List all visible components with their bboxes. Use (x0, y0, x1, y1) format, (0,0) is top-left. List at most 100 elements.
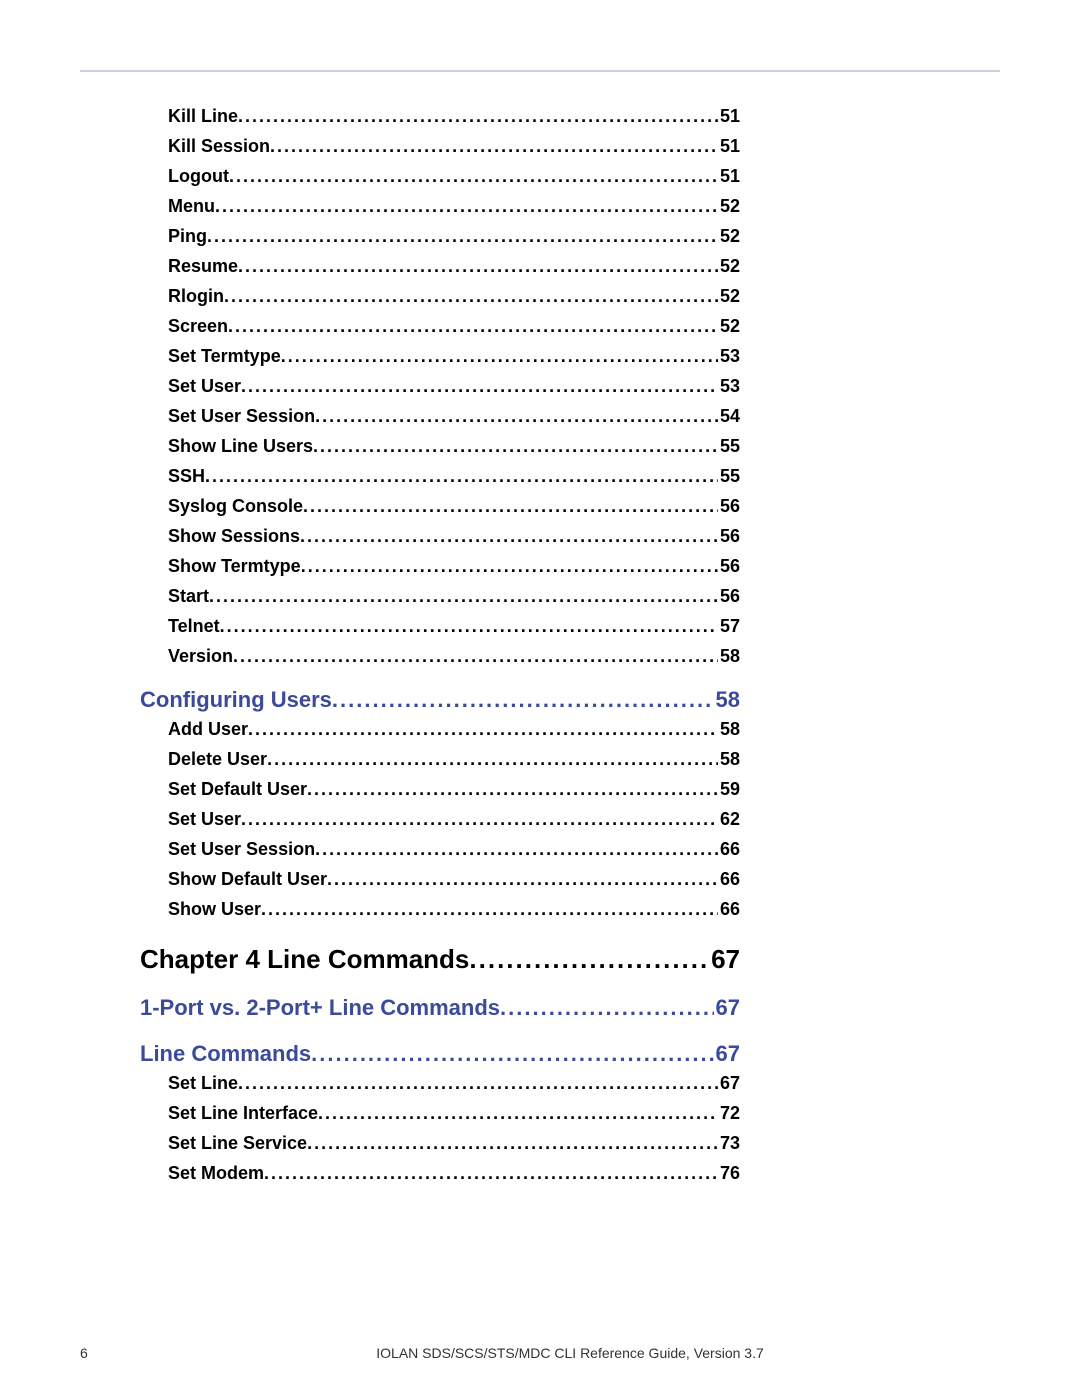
toc-entry-label: Logout (168, 166, 229, 187)
toc-entry-page: 53 (718, 346, 740, 367)
toc-entry-label: Show Termtype (168, 556, 301, 577)
toc-entry-page: 51 (718, 136, 740, 157)
toc-entry-label: Ping (168, 226, 207, 247)
toc-entry[interactable]: Show Sessions56 (168, 526, 740, 547)
toc-entry[interactable]: Rlogin 52 (168, 286, 740, 307)
toc-leader-dots (267, 749, 718, 770)
toc-leader-dots (205, 466, 718, 487)
toc-entry-page: 58 (718, 719, 740, 740)
toc-section[interactable]: 1-Port vs. 2-Port+ Line Commands67 (140, 995, 740, 1021)
header-rule (80, 70, 1000, 72)
toc-entry[interactable]: Version58 (168, 646, 740, 667)
toc-entry[interactable]: Kill Line51 (168, 106, 740, 127)
toc-entry[interactable]: SSH55 (168, 466, 740, 487)
toc-entry[interactable]: Set User62 (168, 809, 740, 830)
toc-entry[interactable]: Resume52 (168, 256, 740, 277)
toc-leader-dots (332, 687, 714, 713)
toc-entry-label: Line Commands (140, 1041, 311, 1067)
toc-entry-label: Set Default User (168, 779, 307, 800)
toc-entry-page: 56 (718, 556, 740, 577)
toc-entry[interactable]: Ping52 (168, 226, 740, 247)
toc-entry[interactable]: Set Default User 59 (168, 779, 740, 800)
toc-entry[interactable]: Syslog Console56 (168, 496, 740, 517)
toc-entry[interactable]: Show Termtype 56 (168, 556, 740, 577)
toc-entry-label: Show User (168, 899, 261, 920)
footer-page-number: 6 (80, 1345, 230, 1361)
toc-entry-label: Add User (168, 719, 248, 740)
toc-entry-label: Set Line (168, 1073, 238, 1094)
toc-entry[interactable]: Add User 58 (168, 719, 740, 740)
toc-entry-page: 51 (718, 106, 740, 127)
toc-leader-dots (315, 406, 718, 427)
toc-entry-page: 57 (718, 616, 740, 637)
toc-leader-dots (207, 226, 718, 247)
toc-leader-dots (303, 496, 718, 517)
toc-entry[interactable]: Kill Session51 (168, 136, 740, 157)
toc-leader-dots (228, 316, 718, 337)
toc-entry-label: Set User Session (168, 839, 315, 860)
toc-leader-dots (238, 106, 718, 127)
toc-entry-page: 76 (718, 1163, 740, 1184)
toc-leader-dots (220, 616, 718, 637)
toc-entry-page: 56 (718, 526, 740, 547)
toc-entry[interactable]: Screen52 (168, 316, 740, 337)
toc-leader-dots (469, 944, 709, 975)
toc-entry[interactable]: Show Default User66 (168, 869, 740, 890)
toc-entry-label: Rlogin (168, 286, 224, 307)
toc-leader-dots (241, 376, 718, 397)
toc-entry[interactable]: Show User 66 (168, 899, 740, 920)
toc-entry-page: 59 (718, 779, 740, 800)
toc-entry-page: 67 (714, 1041, 740, 1067)
toc-leader-dots (261, 899, 718, 920)
toc-leader-dots (307, 779, 718, 800)
toc-entry-label: Set Termtype (168, 346, 281, 367)
toc-leader-dots (281, 346, 718, 367)
toc-entry-page: 72 (718, 1103, 740, 1124)
toc-leader-dots (233, 646, 718, 667)
toc-entry-page: 73 (718, 1133, 740, 1154)
toc-entry[interactable]: Show Line Users55 (168, 436, 740, 457)
toc-entry-label: Set User (168, 376, 241, 397)
toc-entry[interactable]: Telnet 57 (168, 616, 740, 637)
toc-entry[interactable]: Set User53 (168, 376, 740, 397)
toc-leader-dots (238, 1073, 718, 1094)
toc-leader-dots (229, 166, 718, 187)
footer-title: IOLAN SDS/SCS/STS/MDC CLI Reference Guid… (260, 1345, 880, 1361)
toc-entry[interactable]: Set Line Service73 (168, 1133, 740, 1154)
toc-entry-page: 52 (718, 286, 740, 307)
toc-section[interactable]: Line Commands 67 (140, 1041, 740, 1067)
toc-entry[interactable]: Set User Session54 (168, 406, 740, 427)
toc-entry-page: 52 (718, 196, 740, 217)
toc-entry-page: 56 (718, 496, 740, 517)
toc-entry[interactable]: Start56 (168, 586, 740, 607)
toc-entry-label: Show Default User (168, 869, 327, 890)
toc-entry-page: 58 (714, 687, 740, 713)
toc-leader-dots (311, 1041, 713, 1067)
toc-entry-label: Set Line Interface (168, 1103, 318, 1124)
toc-entry-label: Chapter 4 Line Commands (140, 944, 469, 975)
toc-entry[interactable]: Set Line67 (168, 1073, 740, 1094)
toc-entry[interactable]: Set Line Interface 72 (168, 1103, 740, 1124)
toc-entry[interactable]: Menu 52 (168, 196, 740, 217)
toc-leader-dots (301, 556, 718, 577)
toc-leader-dots (224, 286, 718, 307)
toc-entry[interactable]: Logout51 (168, 166, 740, 187)
toc-leader-dots (248, 719, 718, 740)
toc-entry-label: Menu (168, 196, 215, 217)
toc-entry-label: Telnet (168, 616, 220, 637)
toc-leader-dots (313, 436, 718, 457)
toc-leader-dots (327, 869, 718, 890)
toc-entry-label: Start (168, 586, 209, 607)
toc-entry[interactable]: Set User Session66 (168, 839, 740, 860)
toc-section[interactable]: Configuring Users58 (140, 687, 740, 713)
toc-entry[interactable]: Delete User58 (168, 749, 740, 770)
toc-entry-page: 55 (718, 466, 740, 487)
toc-chapter[interactable]: Chapter 4 Line Commands 67 (140, 944, 740, 975)
toc-entry-page: 67 (709, 944, 740, 975)
toc-entry-page: 54 (718, 406, 740, 427)
document-page: Kill Line51Kill Session51Logout51Menu52P… (0, 0, 1080, 1397)
toc-entry[interactable]: Set Modem76 (168, 1163, 740, 1184)
toc-entry-label: 1-Port vs. 2-Port+ Line Commands (140, 995, 500, 1021)
toc-entry-page: 66 (718, 899, 740, 920)
toc-entry[interactable]: Set Termtype 53 (168, 346, 740, 367)
